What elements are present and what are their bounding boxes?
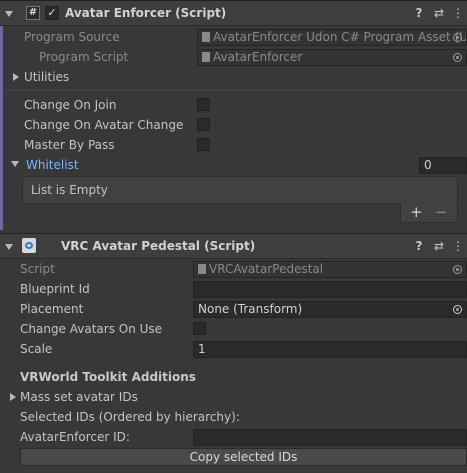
add-element-button[interactable]: +	[410, 203, 423, 221]
scale-input[interactable]: 1	[193, 341, 467, 358]
program-source-value: AvatarEnforcer Udon C# Program Asset (U	[213, 30, 467, 44]
list-footer: + −	[400, 203, 458, 223]
settings-icon[interactable]: ⇄	[432, 6, 446, 20]
toolkit-heading: VRWorld Toolkit Additions	[20, 370, 196, 384]
whitelist-size-field[interactable]: 0	[419, 157, 467, 174]
avatar-enforcer-id-input[interactable]	[193, 429, 467, 446]
change-avatars-on-use-checkbox[interactable]	[193, 322, 206, 335]
foldout-arrow-icon[interactable]	[5, 11, 13, 17]
scale-label: Scale	[20, 342, 53, 356]
program-script-field[interactable]: AvatarEnforcer	[197, 49, 467, 66]
master-by-pass-label: Master By Pass	[24, 138, 115, 152]
foldout-arrow-icon[interactable]	[5, 244, 13, 250]
program-script-value: AvatarEnforcer	[213, 50, 303, 64]
remove-element-button[interactable]: −	[435, 203, 448, 221]
utilities-foldout-icon[interactable]	[13, 73, 19, 81]
object-picker-icon[interactable]	[453, 265, 462, 274]
mass-set-foldout-icon[interactable]	[10, 393, 16, 401]
vrc-pedestal-header[interactable]: VRC Avatar Pedestal (Script) ? ⇄ ⋮	[0, 233, 467, 259]
object-picker-icon[interactable]	[453, 53, 462, 62]
avatar-enforcer-header[interactable]: # ✓ Avatar Enforcer (Script) ? ⇄ ⋮	[0, 0, 467, 26]
blueprint-id-label: Blueprint Id	[20, 282, 90, 296]
change-on-avatar-change-checkbox[interactable]	[197, 118, 210, 131]
utilities-foldout-label[interactable]: Utilities	[24, 68, 69, 86]
master-by-pass-checkbox[interactable]	[197, 138, 210, 151]
script-label: Script	[20, 262, 55, 276]
settings-icon[interactable]: ⇄	[432, 239, 446, 253]
mass-set-foldout-label[interactable]: Mass set avatar IDs	[20, 388, 138, 406]
blueprint-id-input[interactable]	[193, 281, 467, 298]
more-options-icon[interactable]: ⋮	[451, 239, 465, 253]
object-picker-icon[interactable]	[453, 305, 462, 314]
component-title: VRC Avatar Pedestal (Script)	[61, 239, 256, 253]
selection-bar	[0, 26, 3, 230]
placement-label: Placement	[20, 302, 84, 316]
change-on-avatar-change-label: Change On Avatar Change	[24, 118, 184, 132]
script-value: VRCAvatarPedestal	[209, 262, 324, 276]
asset-file-icon	[202, 32, 210, 42]
placement-field[interactable]: None (Transform)	[193, 301, 467, 318]
help-icon[interactable]: ?	[412, 239, 426, 253]
whitelist-foldout-icon[interactable]	[11, 161, 19, 167]
program-source-field[interactable]: AvatarEnforcer Udon C# Program Asset (U	[197, 29, 467, 46]
script-field[interactable]: VRCAvatarPedestal	[193, 261, 467, 278]
program-source-label: Program Source	[24, 30, 120, 44]
change-avatars-on-use-label: Change Avatars On Use	[20, 322, 163, 336]
pedestal-script-icon	[22, 238, 36, 253]
more-options-icon[interactable]: ⋮	[451, 6, 465, 20]
selected-ids-label: Selected IDs (Ordered by hierarchy):	[20, 410, 240, 424]
divider	[5, 90, 467, 91]
component-enabled-checkbox[interactable]: ✓	[45, 6, 59, 20]
list-empty-text: List is Empty	[31, 183, 108, 197]
component-title: Avatar Enforcer (Script)	[65, 6, 227, 20]
whitelist-list-box: List is Empty	[22, 176, 458, 204]
script-file-icon	[198, 264, 206, 274]
object-picker-icon[interactable]	[453, 33, 462, 42]
script-file-icon	[202, 52, 210, 62]
change-on-join-checkbox[interactable]	[197, 98, 210, 111]
script-hash-icon: #	[26, 6, 40, 20]
change-on-join-label: Change On Join	[24, 98, 117, 112]
help-icon[interactable]: ?	[412, 6, 426, 20]
whitelist-label[interactable]: Whitelist	[26, 156, 79, 174]
avatar-enforcer-id-label: AvatarEnforcer ID:	[20, 430, 130, 444]
program-script-label: Program Script	[39, 50, 129, 64]
copy-selected-ids-button[interactable]: Copy selected IDs	[20, 448, 467, 466]
